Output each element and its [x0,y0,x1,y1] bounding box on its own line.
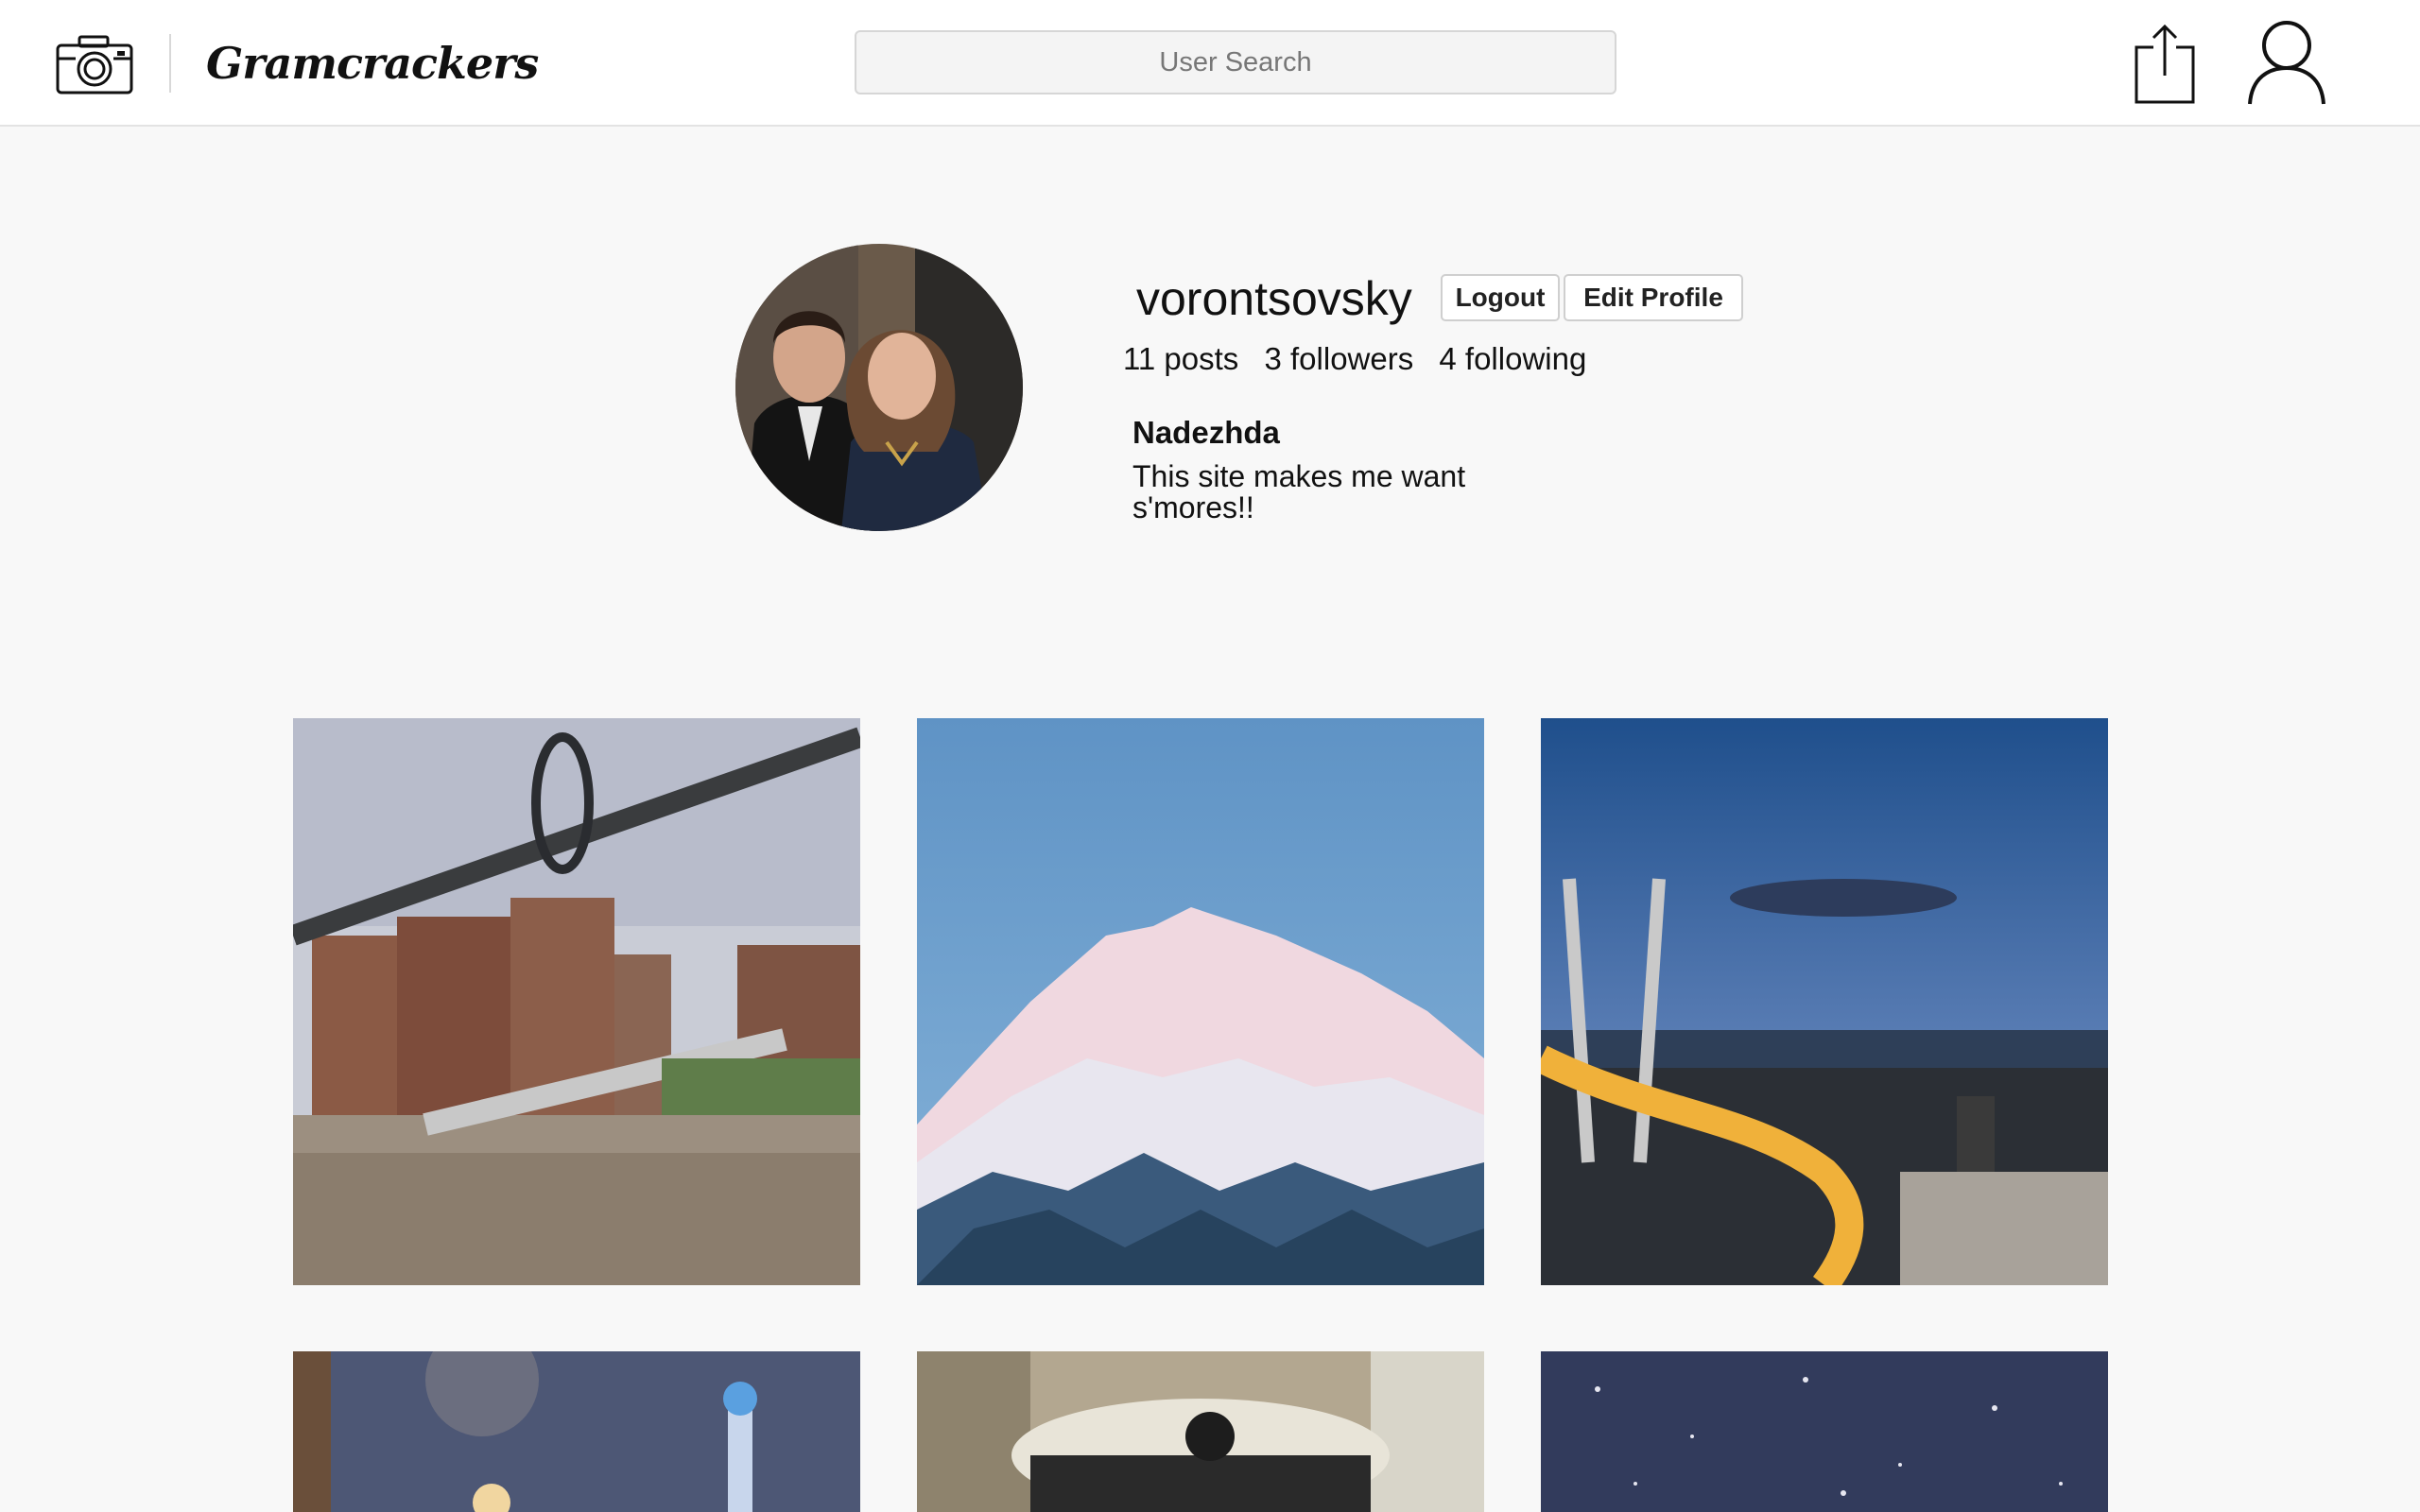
following-count[interactable]: 4 following [1439,341,1586,376]
post-thumbnail[interactable] [293,1351,860,1512]
profile-username: vorontsovsky [1136,272,1412,325]
share-upload-icon[interactable] [2131,23,2199,106]
post-thumbnail[interactable] [293,718,860,1285]
profile-bio: This site makes me want s'mores!! [1132,459,1466,524]
followers-count[interactable]: 3 followers [1264,341,1413,376]
profile-full-name: Nadezhda [1132,415,1280,450]
edit-profile-button[interactable]: Edit Profile [1564,274,1743,321]
posts-count: 11 posts [1123,341,1239,376]
post-thumbnail[interactable] [917,718,1484,1285]
profile-stats: 11 posts 3 followers 4 following [1123,338,1603,380]
post-thumbnail[interactable] [1541,718,2108,1285]
logout-button[interactable]: Logout [1441,274,1560,321]
brand-logo[interactable]: Gramcrackers [206,30,539,96]
user-icon[interactable] [2244,19,2329,106]
post-thumbnail[interactable] [917,1351,1484,1512]
nav-divider [169,34,171,93]
profile-avatar [735,244,1023,531]
camera-icon[interactable] [55,32,134,96]
user-search-input[interactable] [855,30,1616,94]
top-navbar: Gramcrackers [0,0,2420,127]
post-thumbnail[interactable] [1541,1351,2108,1512]
